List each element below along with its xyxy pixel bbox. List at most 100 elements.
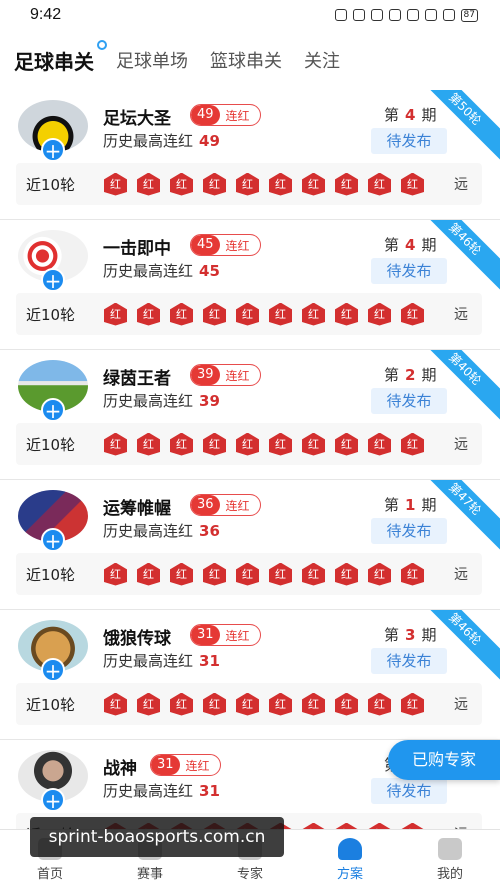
- pending-status-button[interactable]: 待发布: [371, 388, 447, 414]
- nav-label: 赛事: [136, 866, 163, 882]
- red-result-badge: 红: [269, 562, 292, 586]
- red-result-badge: 红: [401, 562, 424, 586]
- period-prefix: 第: [384, 366, 400, 384]
- alarm-icon: [352, 9, 365, 21]
- nav-mine[interactable]: 我的: [400, 830, 500, 889]
- period-prefix: 第: [384, 236, 400, 254]
- nav-label: 首页: [36, 866, 63, 882]
- period: 第3期: [384, 624, 436, 645]
- follow-plus-icon[interactable]: +: [41, 398, 65, 423]
- recent-label: 近10轮: [26, 305, 76, 324]
- history-best: 历史最高连红 31: [103, 780, 220, 801]
- expert-name: 绿茵王者: [103, 369, 171, 389]
- red-result-badge: 红: [170, 432, 193, 456]
- streak-badge: 39 连红: [190, 364, 261, 386]
- red-result-badge: 红: [335, 692, 358, 716]
- history-value: 45: [199, 262, 220, 280]
- red-result-badge: 红: [203, 302, 226, 326]
- nav-plans[interactable]: 方案: [300, 830, 400, 889]
- follow-plus-icon[interactable]: +: [41, 268, 65, 293]
- profile-icon: [438, 837, 462, 860]
- tab-football-parlay[interactable]: 足球串关: [14, 39, 107, 75]
- red-result-badge: 红: [401, 432, 424, 456]
- period-prefix: 第: [384, 106, 400, 124]
- red-result-badge: 红: [203, 432, 226, 456]
- streak-label: 连红: [225, 628, 250, 643]
- pending-status-button[interactable]: 待发布: [371, 128, 447, 154]
- red-result-badge: 红: [269, 692, 292, 716]
- period-prefix: 第: [384, 626, 400, 644]
- period-suffix: 期: [421, 236, 437, 254]
- red-result-badge: 红: [104, 172, 127, 196]
- period-suffix: 期: [421, 106, 437, 124]
- red-result-badge: 红: [302, 432, 325, 456]
- streak-badge: 31 连红: [150, 754, 221, 776]
- streak-badge: 31 连红: [190, 624, 261, 646]
- streak-count: 31: [151, 755, 180, 775]
- red-result-badge: 红: [104, 302, 127, 326]
- red-result-badge: 红: [170, 302, 193, 326]
- expert-card[interactable]: + 运筹帷幄 36 连红 历史最高连红 36 第 1 期待发布 第47轮 近10轮红红红红红红红红红…: [0, 480, 500, 610]
- recent-label: 近10轮: [26, 435, 76, 454]
- red-result-badge: 红: [269, 432, 292, 456]
- nav-label: 专家: [236, 866, 263, 882]
- red-result-badge: 红: [368, 692, 391, 716]
- history-best: 历史最高连红 45: [103, 260, 220, 281]
- watermark: sprint-boaosports.com.cn: [30, 817, 284, 857]
- red-result-badge: 红: [269, 172, 292, 196]
- pending-status-button[interactable]: 待发布: [371, 518, 447, 544]
- history-best: 历史最高连红 39: [103, 390, 220, 411]
- expert-card[interactable]: + 一击即中 45 连红 历史最高连红 45 第 4 期待发布 第46轮 近10轮红红红红红红红红红…: [0, 220, 500, 350]
- history-label: 历史最高连红: [103, 262, 194, 280]
- nav-label: 方案: [336, 866, 363, 882]
- red-result-badge: 红: [137, 302, 160, 326]
- red-result-badge: 红: [137, 432, 160, 456]
- more-results-link[interactable]: 远: [454, 304, 468, 324]
- pending-status-button[interactable]: 待发布: [371, 648, 447, 674]
- period: 第4期: [384, 234, 436, 255]
- streak-label: 连红: [185, 758, 210, 773]
- red-result-badge: 红: [170, 692, 193, 716]
- result-badges: 红红红红红红红红红红: [104, 302, 424, 326]
- more-results-link[interactable]: 远: [454, 434, 468, 454]
- streak-count: 45: [191, 235, 220, 255]
- expert-card[interactable]: + 绿茵王者 39 连红 历史最高连红 39 第 2 期待发布 第40轮 近10轮红红红红红红红红红…: [0, 350, 500, 480]
- expert-card[interactable]: + 饿狼传球 31 连红 历史最高连红 31 第 3 期待发布 第46轮 近10轮红红红红红红红红红…: [0, 610, 500, 740]
- red-result-badge: 红: [302, 562, 325, 586]
- red-result-badge: 红: [368, 562, 391, 586]
- more-results-link[interactable]: 远: [454, 694, 468, 714]
- tab-football-single[interactable]: 足球单场: [116, 47, 188, 73]
- pending-status-button[interactable]: 待发布: [371, 258, 447, 284]
- history-label: 历史最高连红: [103, 782, 194, 800]
- nfc-icon: [334, 9, 347, 21]
- red-result-badge: 红: [302, 302, 325, 326]
- more-results-link[interactable]: 远: [454, 564, 468, 584]
- period-number: 3: [405, 626, 416, 644]
- follow-plus-icon[interactable]: +: [41, 658, 65, 683]
- streak-label: 连红: [225, 108, 250, 123]
- tab-follow[interactable]: 关注: [304, 47, 340, 73]
- expert-name: 战神: [103, 759, 137, 779]
- vibrate-icon: [388, 9, 401, 21]
- more-results-link[interactable]: 远: [454, 174, 468, 194]
- streak-count: 31: [191, 625, 220, 645]
- person-icon: [338, 837, 362, 860]
- history-value: 31: [199, 652, 220, 670]
- signal-icon: [424, 9, 437, 21]
- bluetooth-icon: [370, 9, 383, 21]
- tab-basketball-parlay[interactable]: 篮球串关: [210, 47, 282, 73]
- follow-plus-icon[interactable]: +: [41, 528, 65, 553]
- follow-plus-icon[interactable]: +: [41, 788, 65, 813]
- streak-badge: 36 连红: [190, 494, 261, 516]
- purchased-experts-button[interactable]: 已购专家: [388, 740, 500, 780]
- period-suffix: 期: [421, 366, 437, 384]
- pending-status-button[interactable]: 待发布: [371, 778, 447, 804]
- expert-card[interactable]: + 足坛大圣 49 连红 历史最高连红 49 第 4 期待发布 第50轮 近10轮红红红红红红红红红…: [0, 90, 500, 220]
- red-result-badge: 红: [401, 692, 424, 716]
- history-value: 39: [199, 392, 220, 410]
- history-label: 历史最高连红: [103, 132, 194, 150]
- wifi-icon: [406, 9, 419, 21]
- follow-plus-icon[interactable]: +: [41, 138, 65, 163]
- red-result-badge: 红: [236, 562, 259, 586]
- streak-badge: 49 连红: [190, 104, 261, 126]
